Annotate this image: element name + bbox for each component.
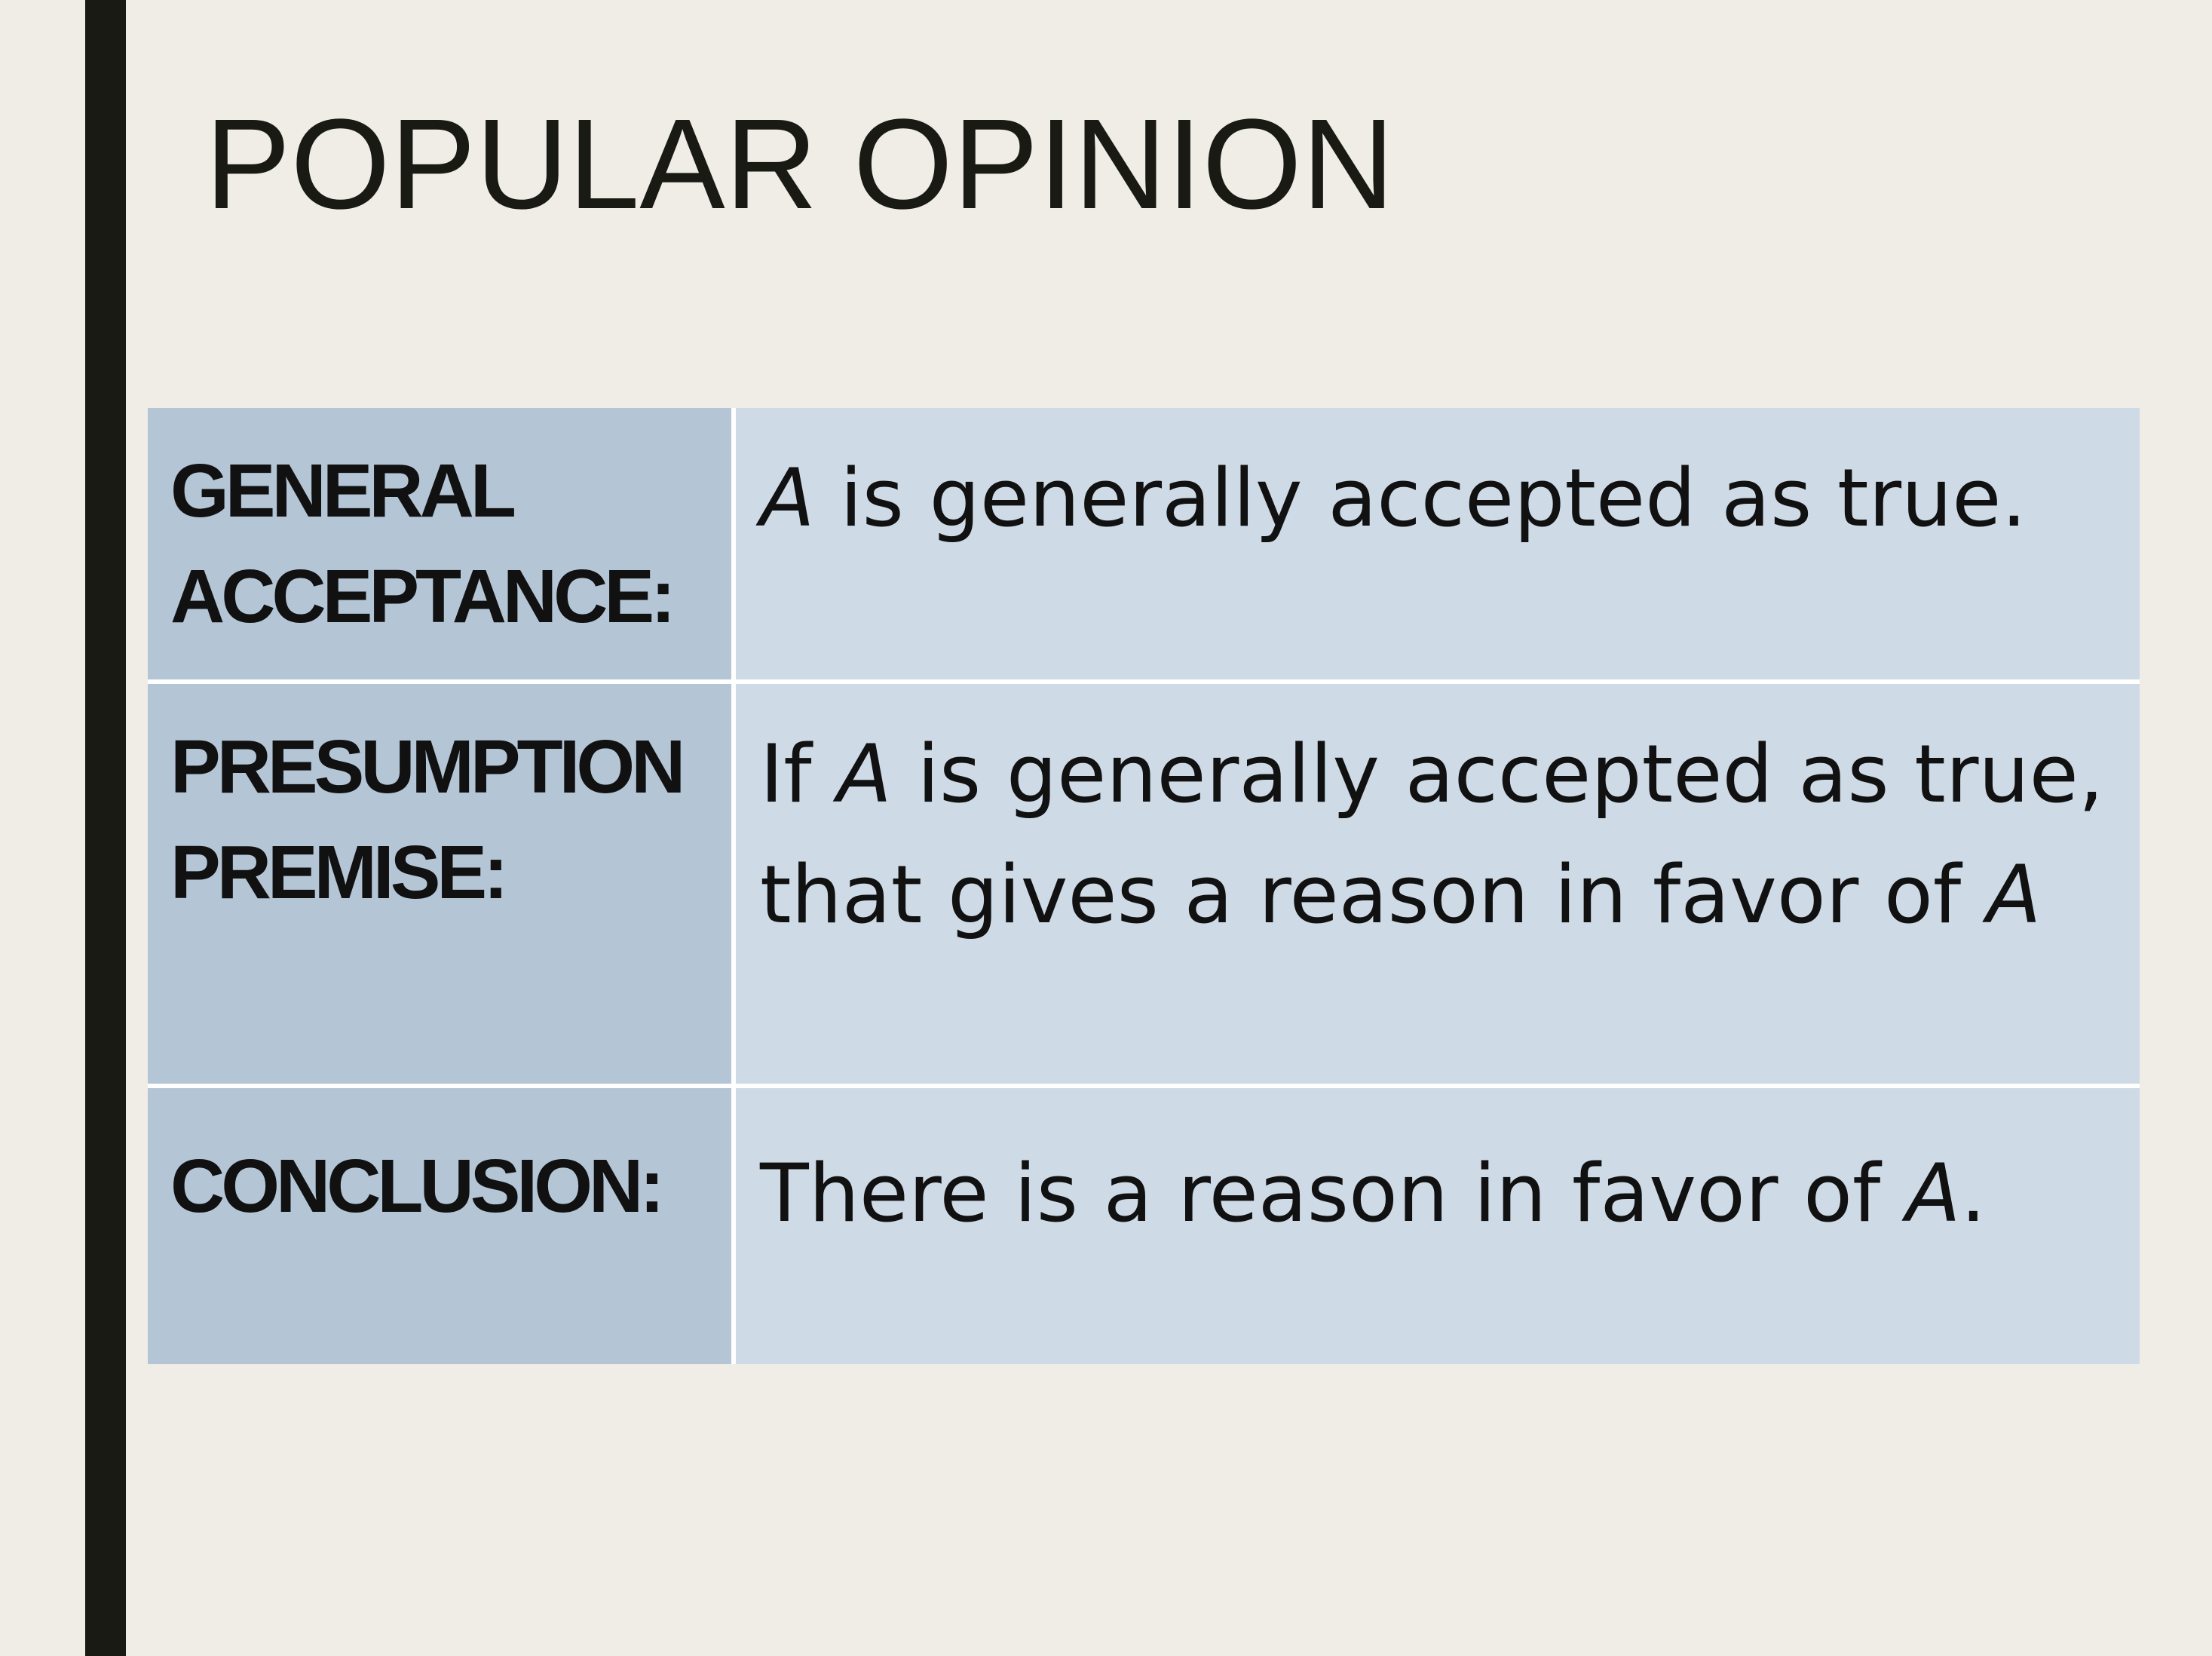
- argument-scheme-table: GENERAL ACCEPTANCE: A is generally accep…: [148, 408, 2140, 1364]
- slide-title: POPULAR OPINION: [205, 93, 1395, 236]
- text-part: There is a reason in favor of: [760, 1147, 1907, 1240]
- table-row-conclusion: CONCLUSION: There is a reason in favor o…: [148, 1084, 2140, 1364]
- row-label-conclusion: CONCLUSION:: [148, 1088, 736, 1364]
- text-part: A: [760, 452, 815, 544]
- text-part: A: [1906, 1147, 1961, 1240]
- table-row-general-acceptance: GENERAL ACCEPTANCE: A is generally accep…: [148, 408, 2140, 679]
- text-part: .: [1960, 1147, 1987, 1240]
- table-row-presumption-premise: PRESUMPTION PREMISE: If A is generally a…: [148, 679, 2140, 1084]
- row-text-conclusion: There is a reason in favor of A.: [736, 1088, 2140, 1364]
- row-label-presumption-premise: PRESUMPTION PREMISE:: [148, 684, 736, 1084]
- row-label-general-acceptance: GENERAL ACCEPTANCE:: [148, 408, 736, 679]
- row-text-general-acceptance: A is generally accepted as true.: [736, 408, 2140, 679]
- text-part: A: [1986, 848, 2042, 941]
- side-accent-bar: [85, 0, 126, 1656]
- row-text-presumption-premise: If A is generally accepted as true, that…: [736, 684, 2140, 1084]
- text-part: A: [837, 728, 892, 820]
- text-part: is generally accepted as true.: [814, 452, 2027, 544]
- text-part: If: [760, 728, 838, 820]
- text-part: is generally accepted as true, that give…: [760, 728, 2104, 941]
